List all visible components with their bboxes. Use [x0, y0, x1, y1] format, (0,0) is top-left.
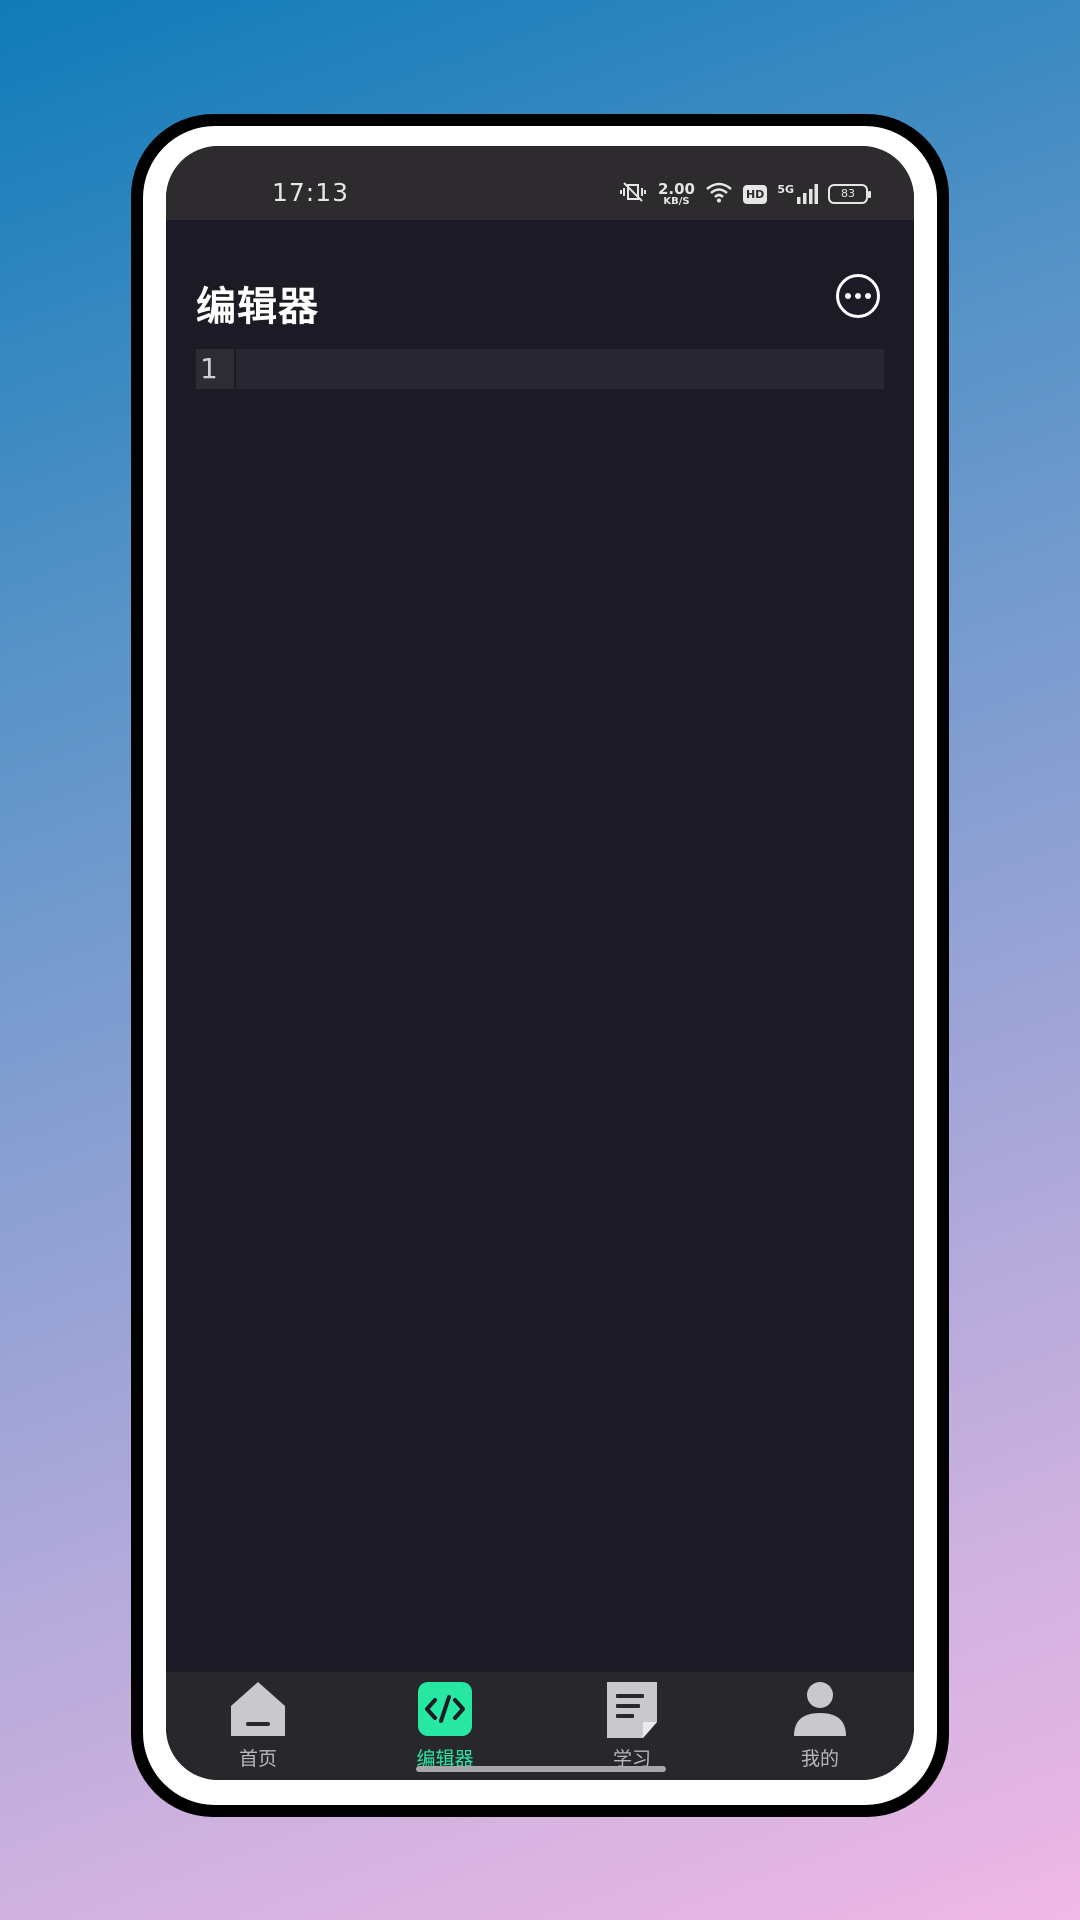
hd-icon: HD — [742, 184, 768, 204]
more-button[interactable] — [836, 274, 880, 318]
code-icon — [416, 1680, 474, 1738]
speed-unit: KB/S — [663, 195, 690, 207]
signal-icon: 5G — [777, 183, 818, 205]
wifi-icon — [705, 181, 733, 207]
tab-label: 我的 — [800, 1748, 839, 1770]
speed-value: 2.00 — [657, 179, 695, 198]
status-bar: 17:13 2.00 KB/S HD 5G 83 — [166, 146, 914, 220]
network-type: 5G — [777, 183, 794, 196]
battery-icon: 83 — [828, 184, 871, 204]
line-number: 1 — [196, 349, 236, 389]
tab-me[interactable]: 我的 — [760, 1680, 880, 1776]
home-indicator[interactable] — [416, 1766, 666, 1772]
tab-label: 首页 — [238, 1748, 277, 1770]
status-icons: 2.00 KB/S HD 5G 83 — [618, 179, 871, 208]
app-screen: 17:13 2.00 KB/S HD 5G 83 编辑器 1 首页 编辑器 学习… — [166, 146, 914, 1780]
editor-line[interactable]: 1 — [196, 349, 884, 389]
tab-study[interactable]: 学习 — [572, 1680, 692, 1776]
more-icon-dot — [865, 293, 871, 299]
document-icon — [603, 1680, 661, 1738]
more-icon — [845, 293, 851, 299]
status-time: 17:13 — [272, 178, 350, 207]
tab-editor[interactable]: 编辑器 — [385, 1680, 505, 1776]
code-input[interactable] — [236, 349, 884, 389]
page-title: 编辑器 — [196, 284, 319, 330]
tab-home[interactable]: 首页 — [198, 1680, 318, 1776]
user-icon — [791, 1680, 849, 1738]
vibrate-icon — [618, 181, 648, 207]
more-icon-dot — [855, 293, 861, 299]
bottom-tabbar: 首页 编辑器 学习 我的 — [166, 1672, 914, 1780]
home-icon — [229, 1680, 287, 1738]
network-speed: 2.00 KB/S — [657, 179, 695, 207]
